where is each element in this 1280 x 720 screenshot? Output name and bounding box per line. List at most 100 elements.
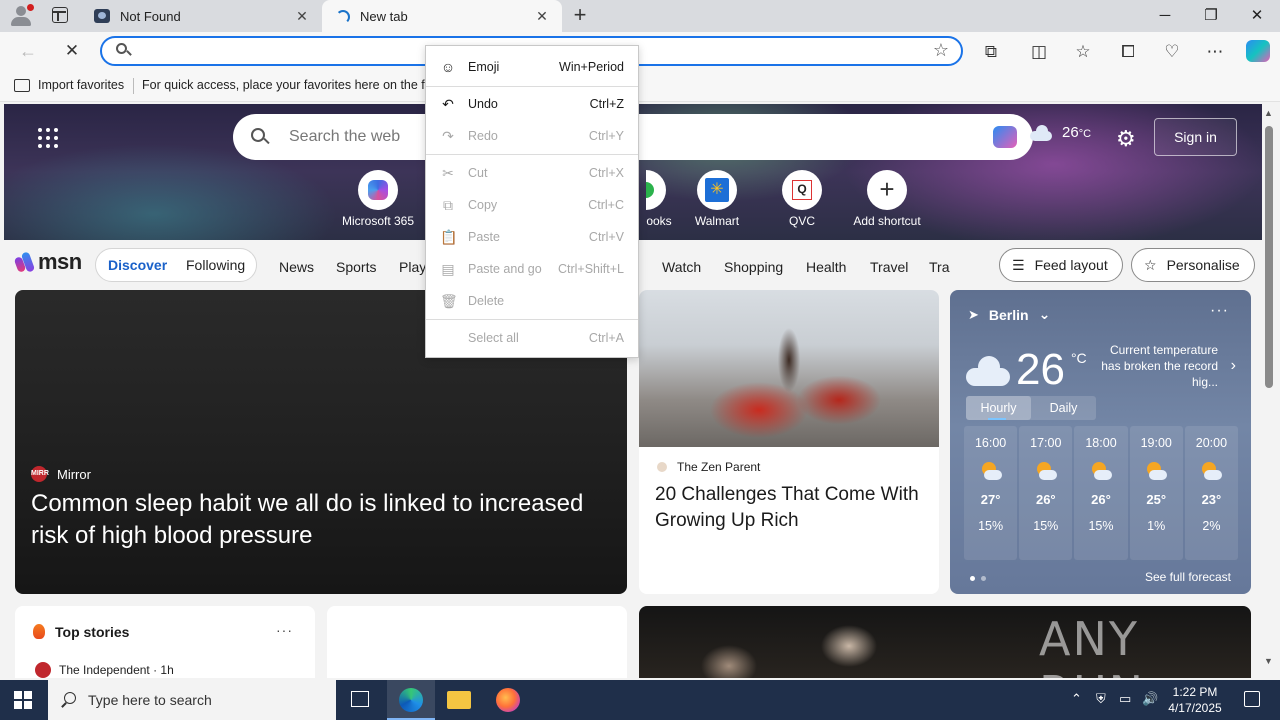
nav-play[interactable]: Play — [399, 259, 426, 275]
tab-discover[interactable]: Discover — [108, 257, 167, 273]
nav-shopping[interactable]: Shopping — [724, 259, 783, 275]
more-options-icon[interactable]: ··· — [1210, 302, 1229, 320]
browser-toolbar: ← ✕ ☆ ⧉ ◫ ☆ ⧠ ♡ ⋯ — [0, 32, 1280, 70]
nav-more-truncated[interactable]: Tra — [929, 259, 949, 275]
nav-sports[interactable]: Sports — [336, 259, 376, 275]
scroll-down-arrow-icon[interactable]: ▼ — [1264, 656, 1273, 666]
menu-item-cut[interactable]: ✂ Cut Ctrl+X — [426, 159, 638, 187]
collections-icon[interactable]: ⧠ — [1117, 41, 1139, 63]
story-headline[interactable]: Common sleep habit we all do is linked t… — [31, 488, 611, 552]
favorites-hint: For quick access, place your favorites h… — [142, 78, 445, 92]
menu-item-emoji[interactable]: ☺ Emoji Win+Period — [426, 53, 638, 81]
network-icon[interactable]: ▭ — [1119, 691, 1131, 707]
stop-loading-button[interactable]: ✕ — [60, 39, 84, 63]
restore-button[interactable]: ❐ — [1188, 0, 1234, 32]
page-scrollbar[interactable]: ▲ ▼ — [1262, 104, 1276, 678]
favorite-star-icon[interactable]: ☆ — [933, 40, 949, 61]
photo-story-card[interactable]: ANY RUN — [639, 606, 1251, 678]
menu-item-undo[interactable]: ↶ Undo Ctrl+Z — [426, 90, 638, 118]
windows-start-icon[interactable] — [14, 691, 32, 709]
split-screen-icon[interactable]: ◫ — [1028, 41, 1050, 63]
menu-item-copy[interactable]: ⧉ Copy Ctrl+C — [426, 191, 638, 219]
system-clock[interactable]: 1:22 PM 4/17/2025 — [1160, 684, 1230, 716]
tab-following[interactable]: Following — [186, 257, 245, 273]
more-options-icon[interactable]: ⋯ — [1204, 41, 1226, 63]
more-options-icon[interactable]: ··· — [276, 622, 293, 638]
copilot-icon[interactable] — [1246, 40, 1270, 62]
browser-essentials-icon[interactable]: ♡ — [1161, 41, 1183, 63]
nav-watch[interactable]: Watch — [662, 259, 701, 275]
story-headline[interactable]: 20 Challenges That Come With Growing Up … — [655, 482, 925, 534]
shortcut-qvc[interactable]: Q QVC — [759, 170, 845, 228]
hour-column: 20:00 23° 2% — [1184, 426, 1239, 560]
copilot-search-icon[interactable] — [993, 126, 1017, 148]
taskbar-edge[interactable] — [387, 680, 435, 720]
personalise-button[interactable]: ☆ Personalise — [1131, 248, 1255, 282]
feed-layout-button[interactable]: ☰ Feed layout — [999, 248, 1123, 282]
tab-actions-icon[interactable] — [52, 7, 68, 23]
zen-story-card[interactable]: The Zen Parent 20 Challenges That Come W… — [639, 290, 939, 594]
partly-sunny-icon — [1090, 462, 1112, 482]
tab-daily[interactable]: Daily — [1031, 396, 1096, 420]
tab-new-tab[interactable]: New tab ✕ — [322, 0, 562, 32]
minimize-button[interactable]: ─ — [1142, 0, 1188, 32]
notifications-icon[interactable] — [1244, 691, 1260, 707]
carousel-dots[interactable] — [970, 576, 986, 581]
menu-item-paste[interactable]: 📋 Paste Ctrl+V — [426, 223, 638, 251]
shortcut-label: Add shortcut — [853, 214, 921, 228]
story-source: The Zen Parent — [657, 460, 760, 474]
nav-health[interactable]: Health — [806, 259, 846, 275]
scroll-thumb[interactable] — [1265, 126, 1273, 388]
menu-item-redo[interactable]: ↷ Redo Ctrl+Y — [426, 122, 638, 150]
weather-note[interactable]: Current temperature has broken the recor… — [1090, 342, 1238, 390]
see-full-forecast-link[interactable]: See full forecast — [1145, 570, 1231, 584]
edge-icon — [399, 688, 423, 712]
menu-item-select-all[interactable]: Select all Ctrl+A — [426, 324, 638, 352]
close-tab-icon[interactable]: ✕ — [534, 8, 550, 24]
profile-icon[interactable] — [8, 4, 34, 28]
weather-location[interactable]: ➤ Berlin ⌄ — [968, 306, 1050, 323]
shortcut-label: Microsoft 365 — [341, 214, 415, 228]
weather-mini[interactable]: 26°C — [1028, 124, 1091, 141]
copy-icon: ⧉ — [443, 197, 453, 213]
shortcut-walmart[interactable]: ✳ Walmart — [674, 170, 760, 228]
menu-item-delete[interactable]: 🗑 Delete — [426, 287, 638, 315]
taskbar-firefox[interactable] — [484, 680, 532, 720]
story-source[interactable]: The Independent · 1h — [35, 662, 174, 678]
cloud-icon — [966, 356, 1010, 386]
tab-not-found[interactable]: Not Found ✕ — [82, 0, 322, 32]
mirror-logo-icon: MIRR — [31, 466, 49, 482]
chevron-up-icon[interactable]: ⌃ — [1071, 691, 1082, 707]
chevron-right-icon: › — [1230, 357, 1236, 374]
import-favorites-link[interactable]: Import favorites — [38, 78, 124, 92]
tab-strip: Not Found ✕ New tab ✕ + ─ ❐ ✕ — [0, 0, 1280, 32]
volume-icon[interactable]: 🔊 — [1142, 691, 1158, 707]
app-launcher-icon[interactable] — [38, 128, 58, 148]
security-icon[interactable]: ⛨ — [1096, 691, 1106, 707]
top-stories-title: Top stories — [55, 624, 130, 640]
folder-icon — [447, 691, 471, 709]
msn-logo-icon — [16, 252, 36, 272]
favorites-icon[interactable]: ☆ — [1072, 41, 1094, 63]
shortcut-microsoft365[interactable]: Microsoft 365 — [335, 170, 421, 228]
settings-gear-icon[interactable]: ⚙ — [1116, 126, 1136, 152]
anyrun-watermark: ANY RUN — [1039, 612, 1143, 678]
back-button[interactable]: ← — [16, 39, 40, 63]
shortcut-add[interactable]: + Add shortcut — [844, 170, 930, 228]
scroll-up-arrow-icon[interactable]: ▲ — [1264, 108, 1273, 118]
menu-item-paste-and-go[interactable]: ▤ Paste and go Ctrl+Shift+L — [426, 255, 638, 283]
extensions-icon[interactable]: ⧉ — [980, 41, 1002, 63]
nav-travel[interactable]: Travel — [870, 259, 908, 275]
sign-in-button[interactable]: Sign in — [1154, 118, 1237, 156]
taskbar-file-explorer[interactable] — [435, 680, 483, 720]
close-tab-icon[interactable]: ✕ — [294, 8, 310, 24]
new-tab-button[interactable]: + — [568, 4, 592, 28]
nav-news[interactable]: News — [279, 259, 314, 275]
weather-card[interactable]: ➤ Berlin ⌄ ··· 26 °C Current temperature… — [950, 290, 1251, 594]
close-window-button[interactable]: ✕ — [1234, 0, 1280, 32]
task-view-button[interactable] — [336, 680, 384, 720]
redo-icon: ↷ — [442, 128, 454, 144]
msn-logo[interactable]: msn — [16, 249, 82, 275]
tab-hourly[interactable]: Hourly — [966, 396, 1031, 420]
taskbar-search-box[interactable]: Type here to search — [48, 680, 336, 720]
